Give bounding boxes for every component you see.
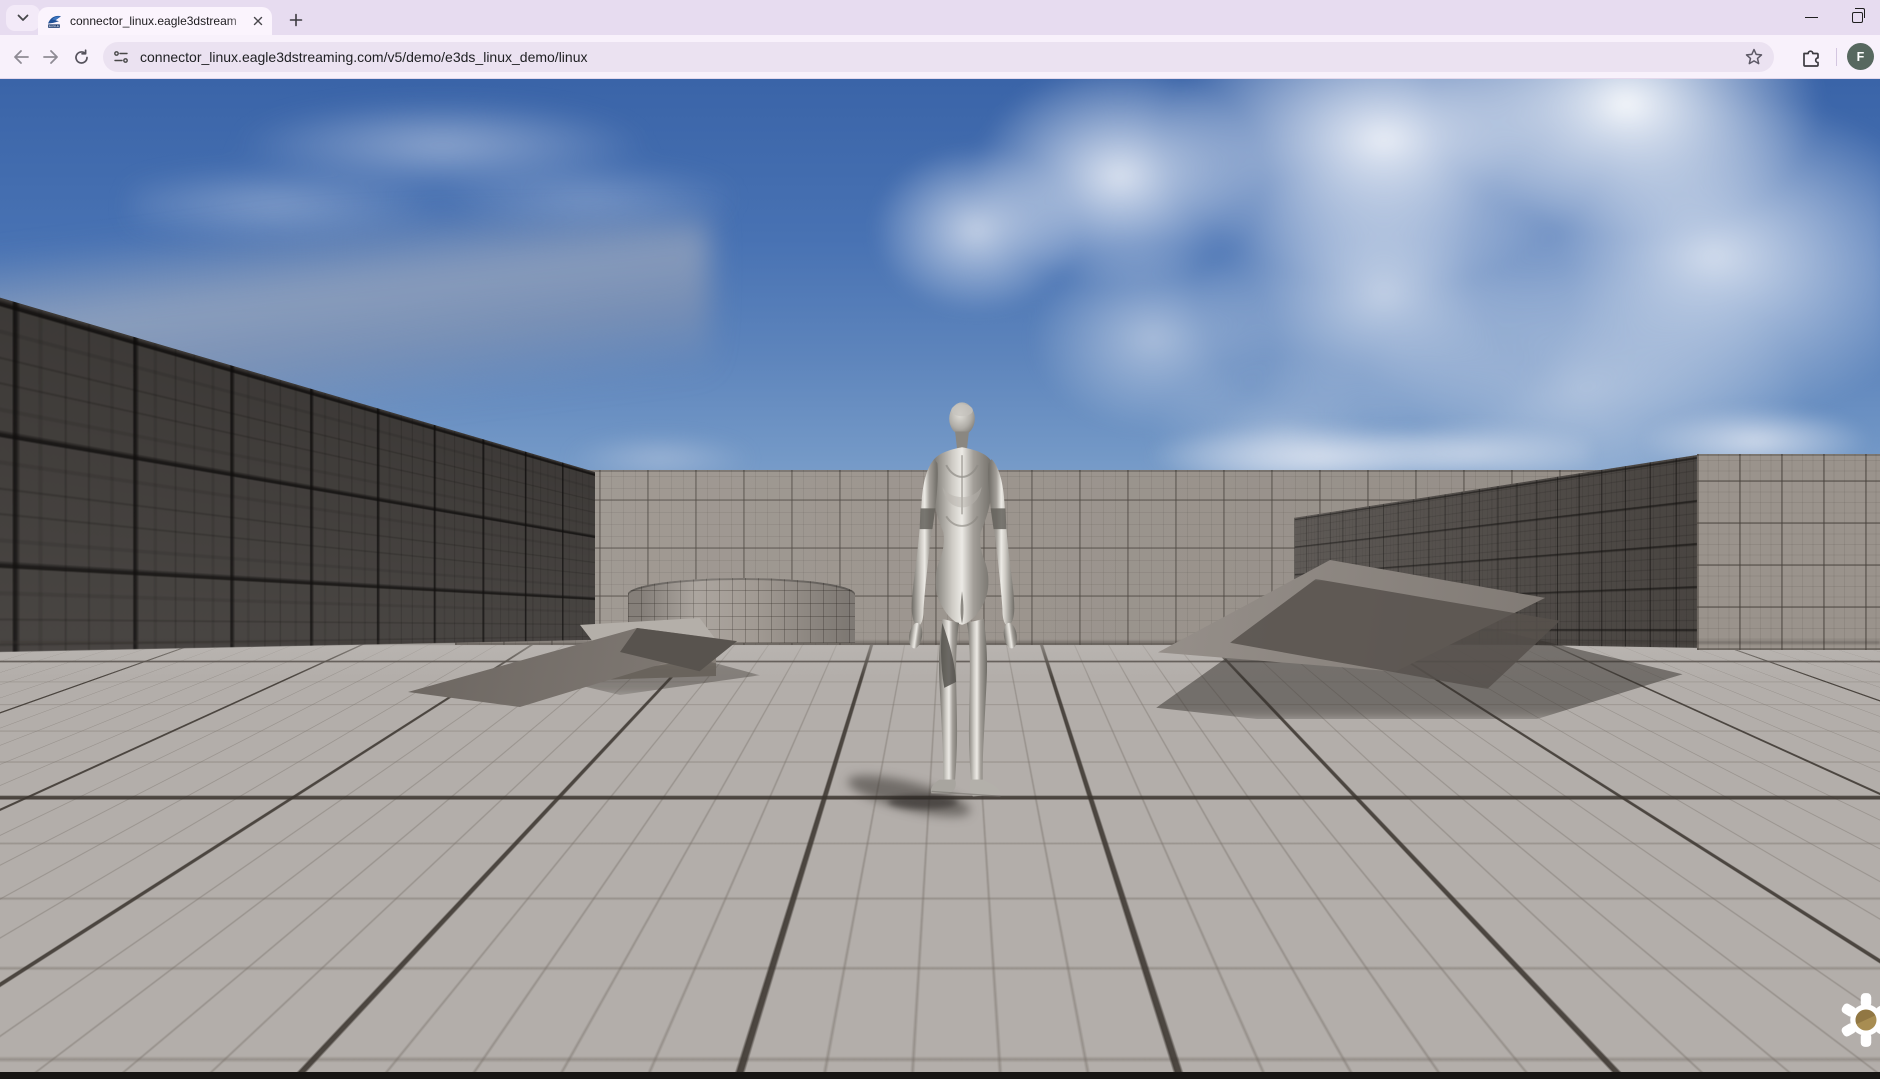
url-text[interactable]: connector_linux.eagle3dstreaming.com/v5/…	[140, 49, 1744, 65]
tab-close-button[interactable]	[249, 13, 266, 30]
window-restore-button[interactable]	[1834, 0, 1880, 35]
right-wall	[1697, 454, 1880, 650]
back-arrow-icon	[12, 49, 30, 65]
toolbar-divider	[1836, 48, 1837, 66]
browser-window: EAGLE connector_linux.eagle3dstream	[0, 0, 1880, 1079]
new-tab-button[interactable]	[283, 7, 309, 33]
refresh-icon	[73, 49, 90, 66]
mannequin-character	[898, 398, 1028, 822]
back-button[interactable]	[7, 43, 35, 71]
restore-icon	[1852, 12, 1863, 23]
svg-text:EAGLE: EAGLE	[49, 24, 59, 28]
tab-title: connector_linux.eagle3dstream	[70, 14, 249, 28]
window-controls	[1788, 0, 1880, 35]
forward-button[interactable]	[37, 43, 65, 71]
stream-viewport[interactable]	[0, 79, 1880, 1079]
profile-avatar[interactable]: F	[1847, 43, 1874, 70]
window-minimize-button[interactable]	[1788, 0, 1834, 35]
site-settings-icon[interactable]	[112, 48, 130, 66]
chevron-down-icon	[17, 14, 29, 22]
browser-toolbar: connector_linux.eagle3dstreaming.com/v5/…	[0, 35, 1880, 79]
eagle-favicon-icon: EAGLE	[46, 13, 63, 30]
tab-active[interactable]: EAGLE connector_linux.eagle3dstream	[38, 7, 272, 35]
refresh-button[interactable]	[67, 43, 95, 71]
bookmark-star-icon[interactable]	[1744, 47, 1764, 67]
close-icon	[253, 16, 263, 26]
forward-arrow-icon	[42, 49, 60, 65]
tab-strip: EAGLE connector_linux.eagle3dstream	[0, 0, 1880, 35]
minimize-icon	[1805, 17, 1818, 19]
settings-gear-icon[interactable]	[1838, 992, 1880, 1048]
address-bar[interactable]: connector_linux.eagle3dstreaming.com/v5/…	[103, 42, 1774, 72]
profile-initial: F	[1857, 50, 1865, 64]
tab-search-button[interactable]	[6, 5, 40, 31]
stream-bottom-edge	[0, 1072, 1880, 1079]
plus-icon	[289, 13, 303, 27]
extensions-puzzle-icon[interactable]	[1799, 45, 1823, 69]
